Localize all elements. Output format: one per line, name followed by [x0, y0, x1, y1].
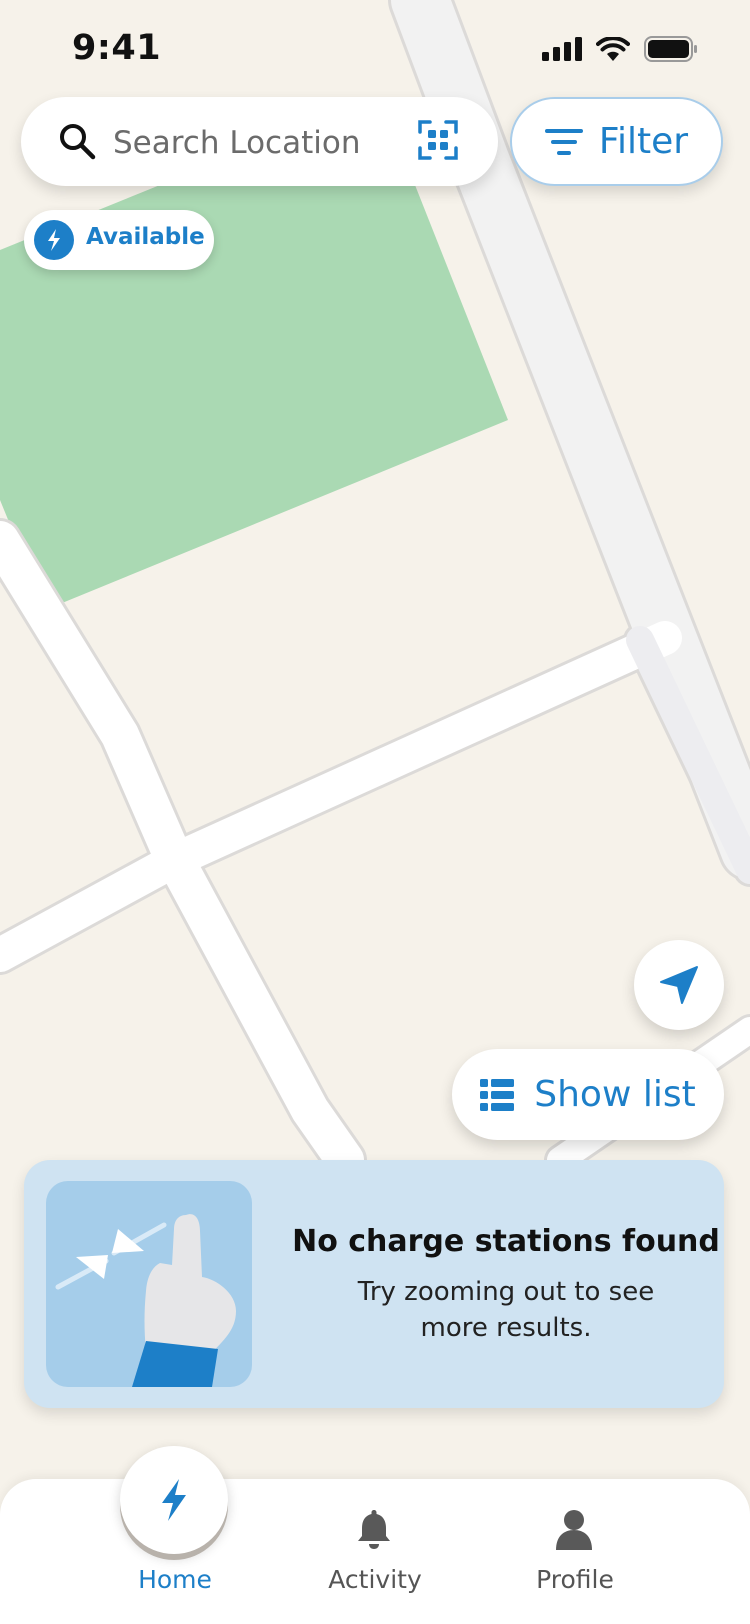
cellular-signal-icon	[542, 37, 582, 61]
navigation-arrow-icon	[660, 966, 698, 1004]
battery-icon	[644, 36, 697, 62]
bottom-tab-bar	[0, 1479, 750, 1624]
tab-home[interactable]	[120, 1446, 228, 1554]
empty-state-card: No charge stations found Try zooming out…	[24, 1160, 724, 1408]
tab-profile-label[interactable]: Profile	[495, 1565, 655, 1594]
status-time: 9:41	[72, 28, 162, 68]
pinch-zoom-illustration	[46, 1181, 252, 1387]
status-bar: 9:41	[0, 0, 750, 90]
empty-state-title: No charge stations found	[292, 1224, 720, 1259]
lightning-bolt-icon	[162, 1479, 186, 1521]
filter-icon	[544, 128, 583, 155]
status-icons	[542, 36, 698, 62]
wifi-icon	[596, 37, 630, 61]
available-label: Available	[86, 224, 205, 250]
person-icon[interactable]	[554, 1508, 594, 1550]
available-filter-chip[interactable]: Available	[24, 210, 214, 270]
filter-label: Filter	[598, 121, 689, 162]
tab-home-label[interactable]: Home	[95, 1565, 255, 1594]
tab-activity-label[interactable]: Activity	[295, 1565, 455, 1594]
show-list-button[interactable]: Show list	[452, 1049, 724, 1140]
search-input[interactable]	[111, 117, 415, 169]
empty-state-subtitle: Try zooming out to see more results.	[357, 1277, 655, 1343]
list-icon	[480, 1078, 515, 1111]
locate-me-button[interactable]	[634, 940, 724, 1030]
filter-button[interactable]: Filter	[510, 97, 723, 186]
lightning-bolt-icon	[34, 220, 74, 260]
search-icon	[60, 124, 96, 160]
show-list-label: Show list	[534, 1074, 696, 1115]
bell-icon[interactable]	[354, 1508, 394, 1550]
qr-scan-icon[interactable]	[418, 120, 458, 160]
